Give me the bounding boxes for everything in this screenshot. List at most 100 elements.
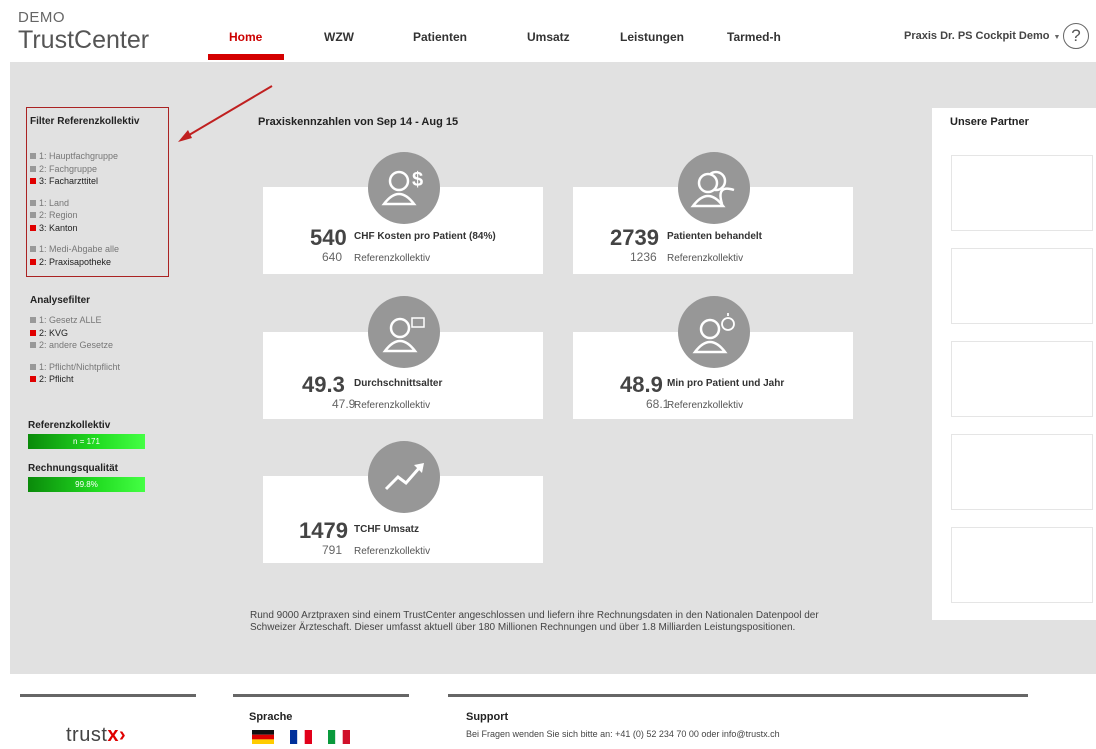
svg-text:$: $ — [412, 169, 423, 191]
footer-divider — [20, 694, 196, 697]
logo-x: x — [107, 724, 120, 746]
partner-slot[interactable] — [951, 248, 1093, 324]
kpi-ref-label: Referenzkollektiv — [354, 253, 431, 264]
sprache-title: Sprache — [249, 711, 293, 723]
kpi-label: TCHF Umsatz — [354, 524, 420, 535]
filter-option-label: 1: Medi-Abgabe alle — [39, 244, 120, 254]
kpi-ref-label: Referenzkollektiv — [667, 253, 744, 264]
person-stopwatch-icon — [678, 296, 750, 368]
kpi-value: 1479 — [299, 518, 348, 543]
referenzkollektiv-meter: n = 171 — [28, 434, 145, 449]
filter-option[interactable]: 2: andere Gesetze — [30, 340, 113, 351]
user-menu[interactable]: Praxis Dr. PS Cockpit Demo ▼ — [904, 30, 1060, 42]
logo-arrow: › — [119, 724, 127, 746]
support-title: Support — [466, 711, 509, 723]
chevron-down-icon: ▼ — [1053, 34, 1061, 41]
unchecked-square-icon — [30, 165, 36, 172]
filter-option-label: 1: Pflicht/Nichtpflicht — [39, 361, 121, 372]
nav-leistungen[interactable]: Leistungen — [620, 30, 684, 44]
trend-up-icon — [368, 441, 440, 513]
unchecked-square-icon — [30, 363, 36, 370]
nav-home[interactable]: Home — [229, 30, 262, 44]
filter-option[interactable]: 1: Gesetz ALLE — [30, 315, 102, 326]
referenzkollektiv-title: Referenzkollektiv — [28, 420, 111, 431]
unchecked-square-icon — [30, 199, 36, 206]
nav-tarmed-h[interactable]: Tarmed-h — [727, 30, 781, 44]
checked-square-icon — [30, 224, 36, 231]
filter-option[interactable]: 1: Land — [30, 198, 69, 209]
filter-option[interactable]: 1: Medi-Abgabe alle — [30, 244, 119, 255]
filter-option[interactable]: 1: Pflicht/Nichtpflicht — [30, 362, 120, 373]
filter-option-label: 2: Pflicht — [39, 374, 74, 384]
kpi-value: 2739 — [610, 225, 659, 250]
kpi-value: 48.9 — [620, 372, 663, 397]
unchecked-square-icon — [30, 212, 36, 218]
filter-option[interactable]: 2: Praxisapotheke — [30, 257, 111, 268]
trustx-logo[interactable]: trustx› — [66, 724, 126, 747]
partner-slot[interactable] — [951, 155, 1093, 231]
filter-option[interactable]: 3: Kanton — [30, 223, 78, 234]
footer-divider — [448, 694, 1028, 697]
kpi-ref-value: 1236 — [630, 250, 657, 264]
filter-option-label: 1: Hauptfachgruppe — [39, 151, 119, 161]
active-tab-indicator — [208, 54, 284, 60]
partner-slot[interactable] — [951, 527, 1093, 603]
nav-wzw[interactable]: WZW — [324, 30, 354, 44]
kpi-ref-value: 791 — [322, 543, 343, 557]
annotation-arrow-icon — [178, 85, 273, 142]
kpi-value: 540 — [310, 225, 347, 250]
kpi-ref-value: 68.1 — [646, 397, 670, 411]
rechnungsqualitaet-title: Rechnungsqualität — [28, 463, 119, 474]
filter-option-label: 1: Land — [39, 197, 70, 208]
logo-demo-label: DEMO — [18, 9, 65, 26]
header: DEMO TrustCenter Home WZW Patienten Umsa… — [0, 0, 1096, 62]
person-calendar-icon — [368, 296, 440, 368]
kpi-ref-label: Referenzkollektiv — [667, 400, 744, 411]
footer-divider — [233, 694, 409, 697]
filter-option[interactable]: 2: Region — [30, 210, 78, 221]
flag-fr-icon[interactable] — [290, 730, 312, 744]
analysis-title: Analysefilter — [30, 295, 91, 306]
partner-slot[interactable] — [951, 434, 1093, 510]
flag-it-icon[interactable] — [328, 730, 350, 744]
filter-option[interactable]: 2: Fachgruppe — [30, 164, 97, 175]
kpi-label: CHF Kosten pro Patient (84%) — [354, 231, 496, 242]
help-icon[interactable]: ? — [1063, 23, 1089, 49]
kpi-label: Durchschnittsalter — [354, 378, 443, 389]
support-text: Bei Fragen wenden Sie sich bitte an: +41… — [466, 729, 780, 739]
unchecked-square-icon — [30, 153, 36, 159]
user-menu-label: Praxis Dr. PS Cockpit Demo — [904, 30, 1050, 42]
unchecked-square-icon — [30, 342, 36, 348]
kpi-ref-label: Referenzkollektiv — [354, 400, 431, 411]
filter-option-label: 2: Fachgruppe — [39, 163, 98, 174]
kpi-section-title: Praxiskennzahlen von Sep 14 - Aug 15 — [258, 116, 459, 128]
filter-option-label: 2: Region — [39, 210, 78, 220]
filter-option[interactable]: 3: Facharzttitel — [30, 176, 98, 187]
filter-option-label: 3: Facharzttitel — [39, 176, 99, 186]
filter-option[interactable]: 2: Pflicht — [30, 374, 74, 385]
kpi-ref-label: Referenzkollektiv — [354, 546, 431, 557]
person-dollar-icon: $ — [368, 152, 440, 224]
kpi-label: Patienten behandelt — [667, 231, 763, 242]
unchecked-square-icon — [30, 246, 36, 252]
checked-square-icon — [30, 376, 36, 382]
rechnungsqualitaet-meter: 99.8% — [28, 477, 145, 492]
partner-title: Unsere Partner — [950, 116, 1029, 128]
filter-title: Filter Referenzkollektiv — [30, 116, 140, 127]
nav-patienten[interactable]: Patienten — [413, 30, 467, 44]
checked-square-icon — [30, 258, 36, 265]
filter-option-label: 1: Gesetz ALLE — [39, 315, 102, 325]
filter-option-label: 2: andere Gesetze — [39, 340, 114, 350]
nav-umsatz[interactable]: Umsatz — [527, 30, 570, 44]
kpi-label: Min pro Patient und Jahr — [667, 378, 785, 389]
two-persons-icon — [678, 152, 750, 224]
filter-option-label: 2: Praxisapotheke — [39, 256, 112, 267]
app-logo[interactable]: DEMO TrustCenter — [18, 9, 150, 55]
filter-option-label: 3: Kanton — [39, 222, 78, 233]
logo-trustcenter-label: TrustCenter — [18, 26, 150, 54]
flag-de-icon[interactable] — [252, 730, 274, 744]
filter-option[interactable]: 1: Hauptfachgruppe — [30, 151, 118, 162]
partner-slot[interactable] — [951, 341, 1093, 417]
filter-option[interactable]: 2: KVG — [30, 328, 68, 339]
kpi-ref-value: 47.9 — [332, 397, 356, 411]
